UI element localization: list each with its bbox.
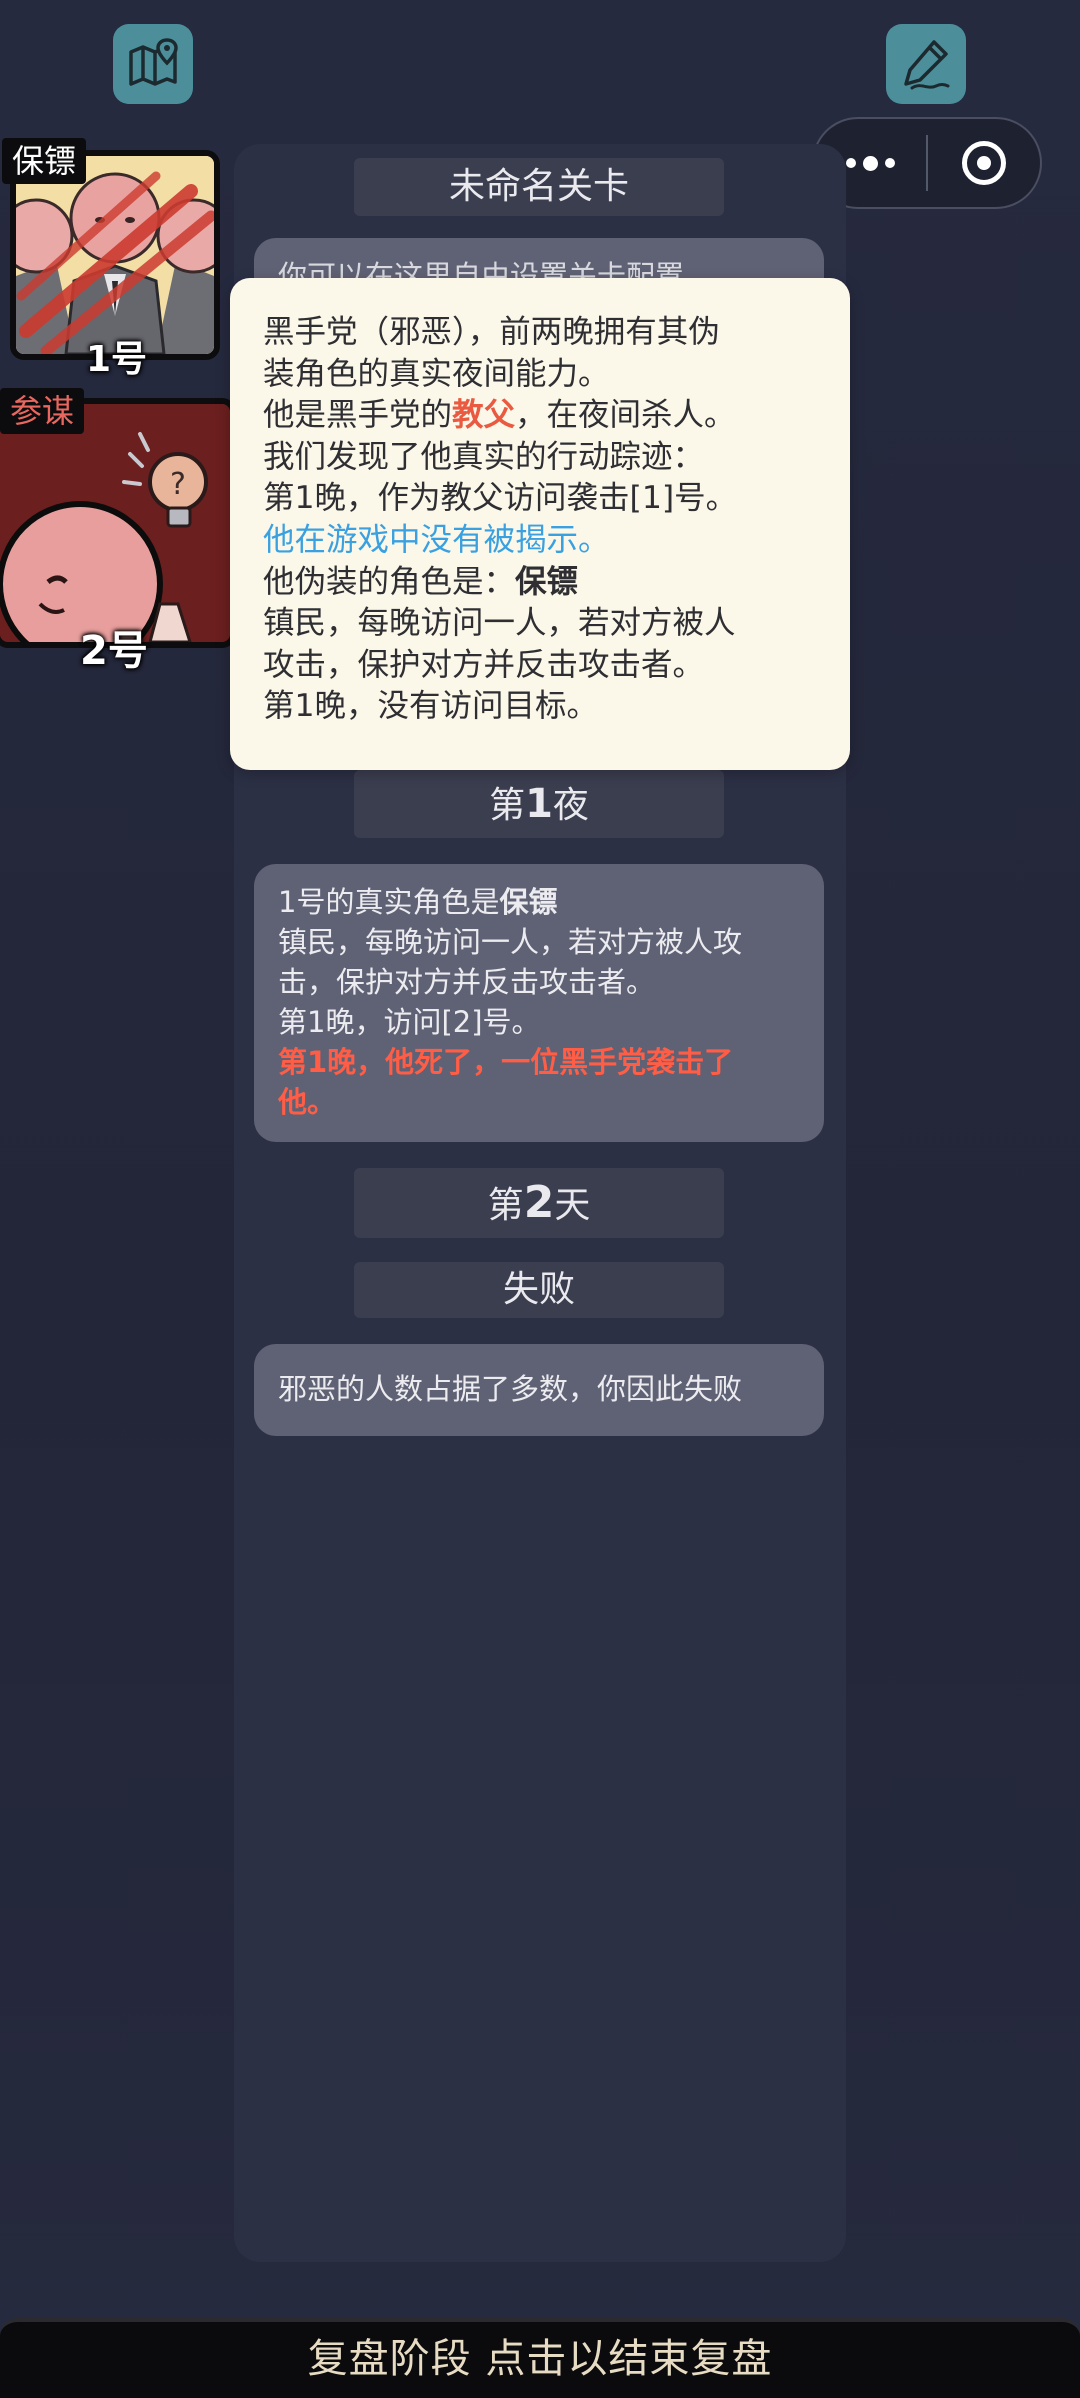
tooltip-line-3-a: 他是黑手党的 bbox=[263, 397, 453, 434]
true-role-prefix: 1号的真实角色是 bbox=[278, 885, 500, 919]
role-desc-line-2: 击，保护对方并反击攻击者。 bbox=[278, 965, 656, 999]
godfather-label: 教父 bbox=[452, 397, 516, 434]
true-role-line: 1号的真实角色是保镖 bbox=[278, 882, 800, 922]
night-1-prefix: 第 bbox=[489, 785, 526, 826]
not-revealed-line: 他在游戏中没有被揭示。 bbox=[263, 521, 610, 558]
end-review-bar[interactable]: 复盘阶段 点击以结束复盘 bbox=[0, 2318, 1080, 2398]
day-2-number: 2 bbox=[523, 1177, 555, 1228]
role-desc-line-1: 镇民，每晚访问一人，若对方被人攻 bbox=[278, 925, 743, 959]
tooltip-line-10: 第1晚，没有访问目标。 bbox=[263, 688, 599, 725]
disguise-role: 保镖 bbox=[515, 563, 579, 600]
night-1-suffix: 夜 bbox=[552, 785, 589, 826]
day-2-heading: 第2天 bbox=[354, 1168, 724, 1238]
strategist-portrait: ? bbox=[0, 404, 230, 642]
day-2-suffix: 天 bbox=[554, 1185, 591, 1226]
night-1-bubble: 1号的真实角色是保镖 镇民，每晚访问一人，若对方被人攻 击，保护对方并反击攻击者… bbox=[254, 864, 824, 1142]
death-line-2: 他。 bbox=[278, 1085, 337, 1119]
player-card-2[interactable]: ? bbox=[0, 398, 236, 648]
day-2-prefix: 第 bbox=[487, 1185, 524, 1226]
night-1-heading: 第1夜 bbox=[354, 770, 724, 838]
role-detail-tooltip[interactable]: 黑手党（邪恶），前两晚拥有其伪 装角色的真实夜间能力。 他是黑手党的教父，在夜间… bbox=[230, 278, 850, 770]
result-heading: 失败 bbox=[354, 1262, 724, 1318]
pen-glyph bbox=[904, 40, 950, 90]
player-1-role-tag: 保镖 bbox=[2, 138, 87, 184]
miniprogram-capsule bbox=[812, 117, 1042, 209]
night-1-number: 1 bbox=[525, 781, 553, 827]
result-bubble: 邪恶的人数占据了多数，你因此失败 bbox=[254, 1344, 824, 1436]
tooltip-line-1: 黑手党（邪恶），前两晚拥有其伪 bbox=[263, 314, 720, 350]
tooltip-line-9: 攻击，保护对方并反击攻击者。 bbox=[263, 646, 705, 683]
tooltip-line-3-c: ，在夜间杀人。 bbox=[515, 397, 736, 434]
level-title: 未命名关卡 bbox=[354, 158, 724, 216]
tooltip-line-5: 第1晚，作为教父访问袭击[1]号。 bbox=[263, 480, 738, 517]
tooltip-line-8: 镇民，每晚访问一人，若对方被人 bbox=[263, 605, 736, 642]
map-glyph bbox=[129, 38, 178, 86]
map-icon[interactable] bbox=[113, 24, 193, 104]
player-2-role-tag: 参谋 bbox=[0, 388, 85, 434]
app-screen: 未命名关卡 你可以在这里自由设置关卡配置 第1夜 1号的真实角色是保镖 镇民，每… bbox=[0, 0, 1080, 2398]
disguise-prefix: 他伪装的角色是： bbox=[263, 563, 516, 600]
player-1-number: 1号 bbox=[86, 339, 148, 380]
bodyguard-portrait bbox=[16, 156, 214, 354]
target-icon bbox=[962, 141, 1006, 185]
night-1-visit: 第1晚，访问[2]号。 bbox=[278, 1005, 541, 1039]
tooltip-line-4: 我们发现了他真实的行动踪迹： bbox=[263, 438, 705, 475]
result-text: 邪恶的人数占据了多数，你因此失败 bbox=[278, 1372, 743, 1406]
true-role-name: 保镖 bbox=[499, 885, 558, 919]
tooltip-line-7: 他伪装的角色是：保镖 bbox=[263, 562, 818, 604]
tooltip-line-3: 他是黑手党的教父，在夜间杀人。 bbox=[263, 395, 818, 437]
close-button[interactable] bbox=[928, 119, 1040, 207]
player-2-number: 2号 bbox=[80, 628, 148, 674]
death-line-1: 第1晚，他死了，一位黑手党袭击了 bbox=[278, 1045, 734, 1079]
more-dots-icon bbox=[845, 155, 895, 171]
edit-icon[interactable] bbox=[886, 24, 966, 104]
tooltip-line-2: 装角色的真实夜间能力。 bbox=[263, 355, 610, 392]
svg-text:?: ? bbox=[170, 467, 186, 502]
